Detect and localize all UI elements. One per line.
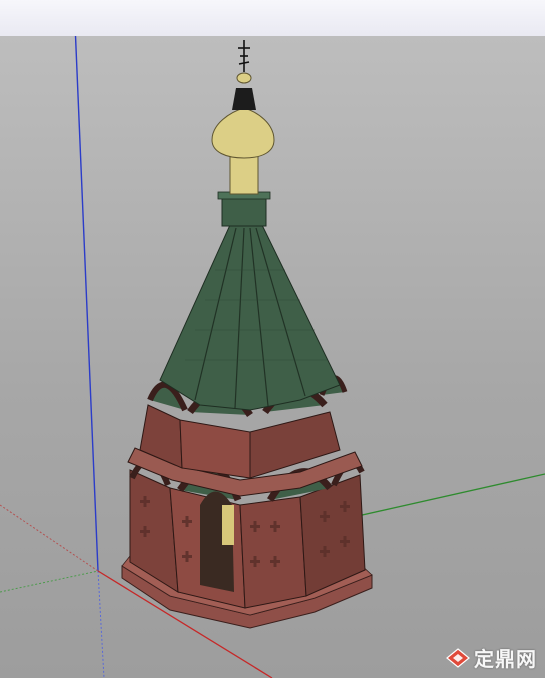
green-axis: [339, 473, 545, 521]
spire-lantern: [232, 88, 256, 110]
watermark-text: 定鼎网: [474, 647, 537, 671]
spire-ball: [236, 72, 252, 84]
red-axis-negative: [0, 504, 99, 572]
diamond-logo-icon: [446, 647, 470, 668]
blue-axis: [74, 36, 99, 572]
drum: [221, 195, 267, 227]
model-scene[interactable]: [0, 36, 545, 678]
onion-dome: [211, 107, 275, 159]
tent-roof: [159, 224, 341, 411]
dome-neck: [229, 155, 259, 195]
green-axis-negative: [0, 570, 99, 593]
watermark: 定鼎网: [446, 643, 537, 672]
blue-axis-below: [97, 570, 105, 678]
sky-background: [0, 0, 545, 37]
3d-viewport[interactable]: 定鼎网: [0, 36, 545, 678]
sketchup-window: 定鼎网: [0, 0, 545, 678]
bell-glimpse: [222, 505, 234, 545]
orthodox-cross-icon: [238, 40, 250, 72]
upper-tier-front-face: [179, 419, 251, 479]
lower-tier-front-right-face: [239, 496, 307, 609]
